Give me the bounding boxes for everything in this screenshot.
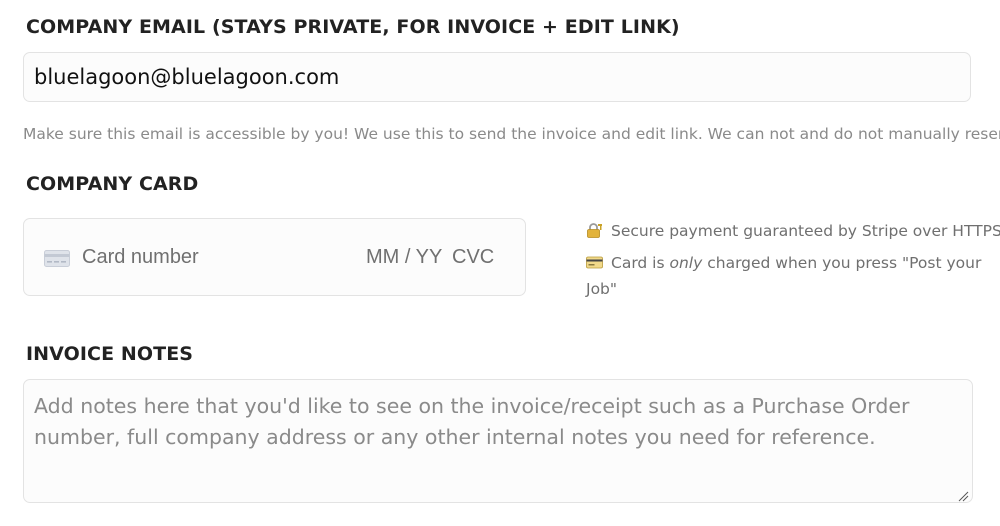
card-charge-note: Card is only charged when you press "Pos… [586,250,991,302]
credit-card-emoji-icon [586,252,603,269]
company-email-label: COMPANY EMAIL (STAYS PRIVATE, FOR INVOIC… [26,16,680,38]
credit-card-icon [44,250,70,267]
card-expiry-input[interactable]: MM / YY [366,246,442,269]
email-help-text: Make sure this email is accessible by yo… [23,125,1000,143]
resize-handle-icon[interactable] [957,487,969,502]
card-number-input[interactable]: Card number [82,246,199,269]
invoice-notes-label: INVOICE NOTES [26,343,194,365]
card-input-field[interactable]: Card number MM / YY CVC [23,218,526,296]
company-email-value[interactable]: bluelagoon@bluelagoon.com [34,65,339,89]
card-cvc-input[interactable]: CVC [452,246,494,269]
charge-text-before: Card is [611,254,670,272]
company-email-field[interactable]: bluelagoon@bluelagoon.com [23,52,971,102]
secure-payment-text: Secure payment guaranteed by Stripe over… [611,222,1000,240]
invoice-notes-placeholder[interactable]: Add notes here that you'd like to see on… [34,391,964,453]
secure-payment-note: Secure payment guaranteed by Stripe over… [586,222,1000,240]
company-card-label: COMPANY CARD [26,173,199,195]
charge-text-emphasis: only [669,254,703,272]
invoice-notes-textarea[interactable]: Add notes here that you'd like to see on… [23,379,973,503]
lock-key-icon [586,223,603,238]
